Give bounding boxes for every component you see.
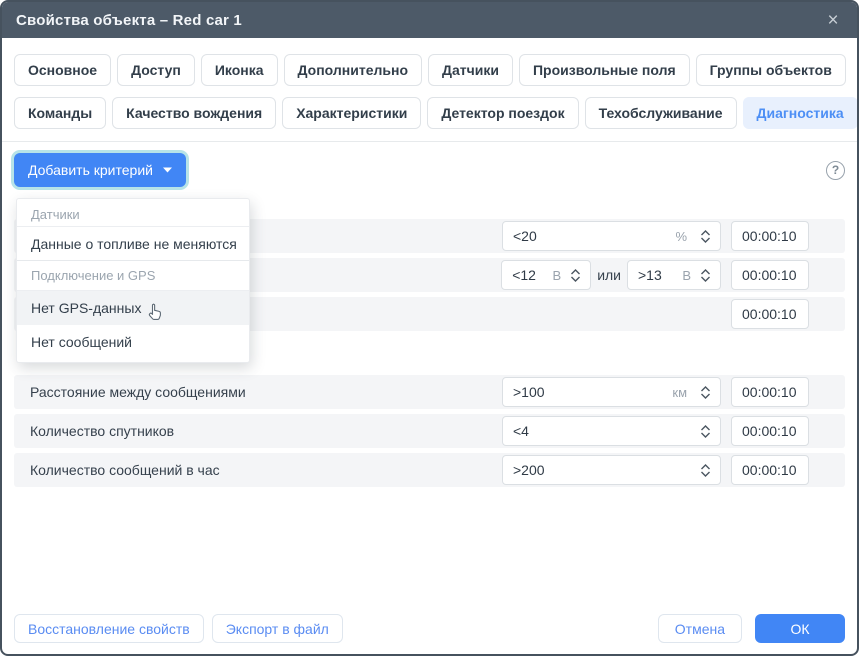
- threshold-input[interactable]: >100 км: [502, 377, 721, 407]
- spinner-down-icon: [700, 471, 711, 477]
- tab-commands[interactable]: Команды: [14, 97, 106, 129]
- export-to-file-button[interactable]: Экспорт в файл: [212, 614, 343, 643]
- cancel-button[interactable]: Отмена: [658, 614, 742, 643]
- tabs-row-2: Команды Качество вождения Характеристики…: [14, 97, 845, 129]
- duration-input[interactable]: 00:00:10: [731, 299, 809, 329]
- duration-value: 00:00:10: [742, 423, 797, 439]
- tab-advanced[interactable]: Дополнительно: [284, 54, 422, 86]
- tab-trip-detector[interactable]: Детектор поездок: [427, 97, 578, 129]
- tab-characteristics[interactable]: Характеристики: [282, 97, 421, 129]
- criterion-label: Количество сообщений в час: [30, 462, 502, 478]
- stepper[interactable]: [700, 269, 711, 282]
- menu-item-label: Нет GPS-данных: [31, 300, 141, 316]
- menu-group-sensors: Датчики: [17, 203, 249, 227]
- spinner-up-icon: [700, 464, 711, 470]
- tab-unit-groups[interactable]: Группы объектов: [696, 54, 846, 86]
- spinner-up-icon: [700, 269, 711, 275]
- menu-item-fuel-data-not-changing[interactable]: Данные о топливе не меняются: [17, 227, 249, 261]
- unit-label: В: [553, 268, 562, 283]
- spinner-down-icon: [700, 393, 711, 399]
- unit-label: В: [682, 268, 691, 283]
- titlebar: Свойства объекта – Red car 1 ×: [2, 2, 857, 38]
- add-criterion-dropdown: Датчики Данные о топливе не меняются Под…: [16, 198, 250, 363]
- threshold-value: <20: [513, 228, 675, 244]
- criterion-row-messages-per-hour: Количество сообщений в час >200 00:00:10: [14, 453, 845, 487]
- stepper[interactable]: [570, 269, 581, 282]
- duration-value: 00:00:10: [742, 267, 797, 283]
- spinner-down-icon: [570, 276, 581, 282]
- tab-diagnostics[interactable]: Диагностика: [743, 97, 858, 129]
- duration-input[interactable]: 00:00:10: [731, 260, 809, 290]
- tab-sensors[interactable]: Датчики: [428, 54, 513, 86]
- or-label: или: [597, 267, 621, 283]
- stepper[interactable]: [700, 425, 711, 438]
- threshold-input[interactable]: >200: [502, 455, 721, 485]
- criterion-label: Количество спутников: [30, 423, 502, 439]
- threshold-value: >13: [638, 267, 682, 283]
- threshold-input[interactable]: <4: [502, 416, 721, 446]
- tab-access[interactable]: Доступ: [117, 54, 195, 86]
- tab-maintenance[interactable]: Техобслуживание: [585, 97, 737, 129]
- threshold-value: >200: [513, 462, 700, 478]
- spinner-down-icon: [700, 276, 711, 282]
- stepper[interactable]: [700, 464, 711, 477]
- criterion-label: Расстояние между сообщениями: [30, 384, 502, 400]
- menu-item-no-messages[interactable]: Нет сообщений: [17, 325, 249, 359]
- footer: Восстановление свойств Экспорт в файл От…: [2, 614, 857, 654]
- object-properties-dialog: Свойства объекта – Red car 1 × Основное …: [0, 0, 859, 656]
- chevron-down-icon: [163, 167, 172, 173]
- tab-driving-quality[interactable]: Качество вождения: [112, 97, 276, 129]
- tabs-bar: Основное Доступ Иконка Дополнительно Дат…: [2, 38, 857, 142]
- spinner-up-icon: [700, 386, 711, 392]
- criterion-row-distance: Расстояние между сообщениями >100 км 00:…: [14, 375, 845, 409]
- menu-group-connection-gps: Подключение и GPS: [17, 261, 249, 291]
- threshold-value: >100: [513, 384, 672, 400]
- ok-button[interactable]: ОК: [755, 614, 845, 643]
- tab-icon[interactable]: Иконка: [201, 54, 278, 86]
- threshold-input[interactable]: <20 %: [502, 221, 721, 251]
- duration-input[interactable]: 00:00:10: [731, 416, 809, 446]
- duration-value: 00:00:10: [742, 306, 797, 322]
- criterion-row-satellites: Количество спутников <4 00:00:10: [14, 414, 845, 448]
- menu-group-connection-gps-section: Подключение и GPS Нет GPS-данных Нет соо…: [17, 260, 249, 359]
- duration-input[interactable]: 00:00:10: [731, 377, 809, 407]
- add-criterion-button[interactable]: Добавить критерий: [14, 153, 186, 187]
- duration-value: 00:00:10: [742, 384, 797, 400]
- tab-custom-fields[interactable]: Произвольные поля: [519, 54, 690, 86]
- duration-value: 00:00:10: [742, 228, 797, 244]
- threshold-value: <4: [513, 423, 700, 439]
- tab-general[interactable]: Основное: [14, 54, 111, 86]
- restore-properties-button[interactable]: Восстановление свойств: [14, 614, 204, 643]
- toolbar: Добавить критерий ?: [14, 153, 845, 187]
- unit-label: км: [672, 385, 687, 400]
- duration-value: 00:00:10: [742, 462, 797, 478]
- duration-input[interactable]: 00:00:10: [731, 221, 809, 251]
- close-icon[interactable]: ×: [823, 11, 843, 30]
- unit-label: %: [675, 229, 687, 244]
- stepper[interactable]: [700, 230, 711, 243]
- menu-item-no-gps-data[interactable]: Нет GPS-данных: [17, 291, 249, 325]
- spinner-down-icon: [700, 237, 711, 243]
- dialog-title: Свойства объекта – Red car 1: [16, 12, 242, 29]
- stepper[interactable]: [700, 386, 711, 399]
- spinner-up-icon: [570, 269, 581, 275]
- cursor-pointer-icon: [146, 302, 165, 322]
- add-criterion-label: Добавить критерий: [28, 162, 153, 178]
- duration-input[interactable]: 00:00:10: [731, 455, 809, 485]
- threshold-input-high[interactable]: >13 В: [627, 260, 721, 290]
- threshold-value: <12: [512, 267, 552, 283]
- threshold-input-low[interactable]: <12 В: [501, 260, 591, 290]
- spinner-up-icon: [700, 425, 711, 431]
- tabs-row-1: Основное Доступ Иконка Дополнительно Дат…: [14, 54, 845, 86]
- help-icon[interactable]: ?: [826, 161, 845, 180]
- spinner-down-icon: [700, 432, 711, 438]
- spinner-up-icon: [700, 230, 711, 236]
